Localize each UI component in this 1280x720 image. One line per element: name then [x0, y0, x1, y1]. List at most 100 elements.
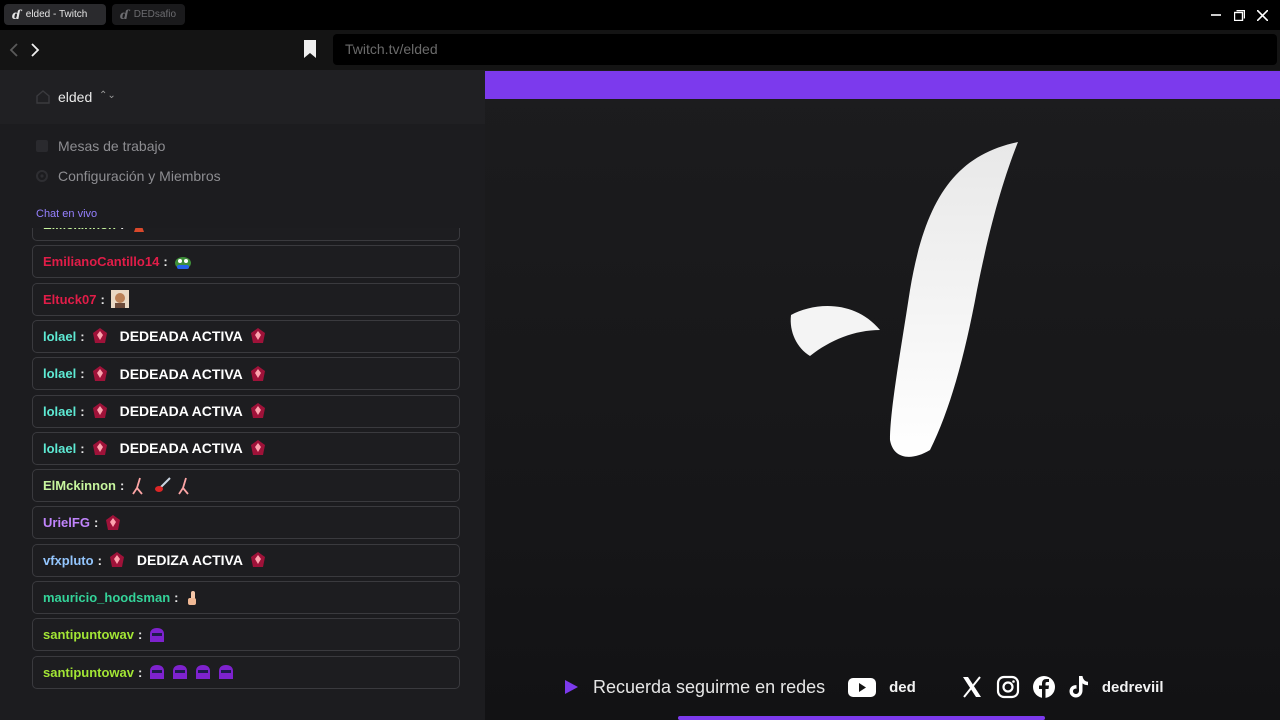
stick-emote-icon: [176, 477, 194, 495]
ghost-emote-icon: [171, 663, 189, 681]
gem-emote-icon: [91, 327, 109, 345]
gem-emote-icon: [249, 439, 267, 457]
restore-icon[interactable]: [1229, 5, 1249, 25]
chevron-right-icon: [31, 43, 40, 57]
chat-separator: :: [120, 228, 124, 232]
stick-emote-icon: [130, 477, 148, 495]
table-icon: [36, 140, 48, 152]
ghost-emote-icon: [148, 626, 166, 644]
cone-emote-icon: [130, 228, 148, 234]
gem-emote-icon: [91, 402, 109, 420]
chat-username[interactable]: EmilianoCantillo14: [43, 254, 159, 269]
chat-message[interactable]: Eltuck07:: [32, 282, 460, 316]
instagram-icon: [996, 675, 1019, 699]
gem-emote-icon: [91, 439, 109, 457]
chat-separator: :: [119, 478, 125, 494]
guitar-emote-icon: [153, 476, 172, 495]
sidebar-item-configuracion[interactable]: Configuración y Miembros: [35, 166, 221, 186]
gem-emote-icon: [104, 514, 122, 532]
url-text: Twitch.tv/elded: [345, 41, 438, 57]
chat-text: DEDEADA ACTIVA: [119, 328, 243, 345]
chat-username[interactable]: lolael: [43, 441, 76, 456]
sidebar-item-label: Configuración y Miembros: [58, 168, 221, 184]
tab-label: DEDsafio: [133, 9, 177, 20]
workspace-header[interactable]: elded ⌃⌄: [0, 70, 485, 124]
chat-message[interactable]: vfxpluto: DEDIZA ACTIVA: [32, 543, 460, 577]
face-emote-icon: [110, 290, 129, 309]
chat-username[interactable]: lolael: [43, 366, 76, 381]
chat-text: DEDEADA ACTIVA: [119, 403, 243, 419]
tiktok-handle: dedreviil: [1101, 678, 1164, 696]
chat-message[interactable]: mauricio_hoodsman:: [32, 581, 460, 614]
play-icon: [565, 680, 578, 694]
chat-message[interactable]: UrielFG:: [32, 506, 460, 540]
sidebar-item-label: Mesas de trabajo: [58, 138, 166, 154]
chat-message[interactable]: ElMckinnon:: [32, 469, 460, 503]
gem-emote-icon: [108, 551, 126, 569]
tab-label: elded - Twitch: [25, 9, 88, 20]
youtube-icon: [848, 678, 877, 697]
chat-username[interactable]: ElMckinnon: [43, 478, 116, 493]
chat-separator: :: [80, 366, 85, 382]
chat-separator: :: [80, 403, 85, 419]
ghost-emote-icon: [217, 663, 235, 681]
finger-emote-icon: [184, 589, 202, 607]
minimize-icon[interactable]: [1206, 5, 1226, 25]
footer-text: Recuerda seguirme en redes: [593, 676, 826, 697]
chat-username[interactable]: UrielFG: [43, 515, 90, 530]
chevron-left-icon: [9, 43, 18, 57]
chat-username[interactable]: lolael: [43, 329, 76, 344]
chat-message[interactable]: lolael: DEDEADA ACTIVA: [32, 394, 460, 428]
chat-message[interactable]: santipuntowav:: [32, 618, 460, 652]
facebook-icon: [1032, 676, 1055, 698]
chat-username[interactable]: ElMckinnon: [43, 228, 116, 232]
chat-username[interactable]: lolael: [43, 404, 76, 419]
chat-text: DEDEADA ACTIVA: [119, 365, 243, 382]
gem-emote-icon: [91, 365, 109, 383]
url-bar[interactable]: Twitch.tv/elded: [333, 34, 1277, 65]
chat-text: DEDIZA ACTIVA: [136, 552, 243, 569]
chat-message[interactable]: ElMckinnon:: [32, 228, 460, 241]
chat-username[interactable]: santipuntowav: [43, 665, 134, 680]
forward-button[interactable]: [25, 40, 45, 60]
gem-emote-icon: [249, 402, 267, 420]
bookmark-icon[interactable]: [303, 40, 317, 58]
tab-elded-twitch[interactable]: ɗ elded - Twitch: [4, 4, 106, 25]
chat-username[interactable]: mauricio_hoodsman: [43, 590, 170, 605]
chat-separator: :: [93, 515, 99, 531]
chat-message[interactable]: lolael: DEDEADA ACTIVA: [32, 319, 460, 353]
chat-separator: :: [138, 664, 143, 680]
sidebar: elded ⌃⌄ Mesas de trabajo Configuración …: [0, 70, 485, 720]
x-icon: [962, 676, 981, 698]
navigation-bar: Twitch.tv/elded: [0, 30, 1280, 70]
back-button[interactable]: [4, 40, 24, 60]
stream-player[interactable]: Recuerda seguirme en redes ded dedreviil: [485, 70, 1280, 720]
chat-message[interactable]: lolael: DEDEADA ACTIVA: [32, 357, 460, 391]
chat-message[interactable]: santipuntowav:: [32, 655, 460, 689]
ghost-emote-icon: [194, 663, 212, 681]
sidebar-item-mesas-de-trabajo[interactable]: Mesas de trabajo: [35, 136, 165, 156]
chat-username[interactable]: santipuntowav: [43, 627, 134, 642]
chat-separator: :: [174, 590, 179, 605]
gem-emote-icon: [249, 365, 267, 383]
chat-separator: :: [80, 440, 85, 456]
chat-text: DEDEADA ACTIVA: [119, 440, 243, 457]
stream-accent-bar: [485, 71, 1280, 99]
gem-emote-icon: [249, 551, 267, 569]
ghost-emote-icon: [148, 663, 166, 681]
tab-dedsafio[interactable]: ɗ DEDsafio: [112, 4, 185, 25]
chat-message[interactable]: lolael: DEDEADA ACTIVA: [32, 431, 460, 465]
chat-username[interactable]: Eltuck07: [43, 292, 96, 307]
stream-footer: Recuerda seguirme en redes ded dedreviil: [563, 675, 1164, 699]
tiktok-icon: [1069, 676, 1088, 698]
settings-icon: [36, 170, 48, 182]
gem-emote-icon: [249, 327, 267, 345]
chat-separator: :: [138, 627, 143, 643]
chat-list[interactable]: ElMckinnon:EmilianoCantillo14:Eltuck07:l…: [32, 228, 460, 698]
chat-username[interactable]: vfxpluto: [43, 553, 94, 568]
close-icon[interactable]: [1252, 5, 1272, 25]
chat-title: Chat en vivo: [36, 208, 98, 220]
chat-message[interactable]: EmilianoCantillo14:: [32, 245, 460, 279]
twitch-d-logo-icon: ɗ: [120, 7, 129, 22]
chat-separator: :: [100, 291, 105, 307]
